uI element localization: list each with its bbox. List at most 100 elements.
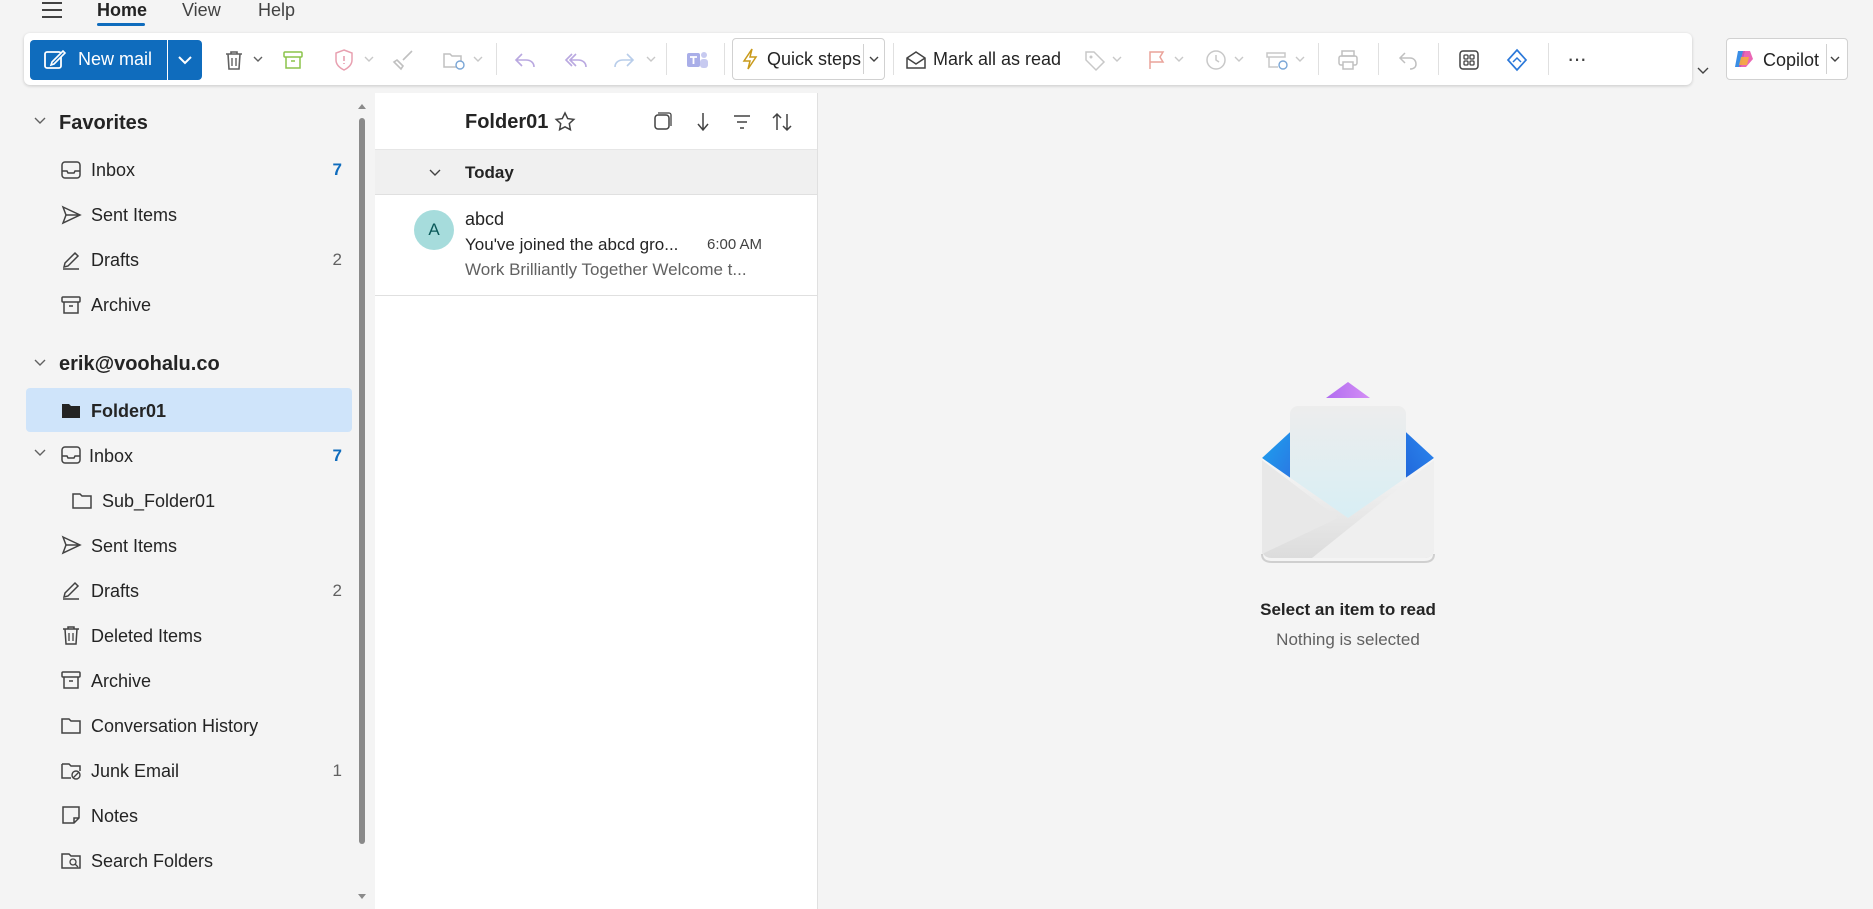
sidebar-item-label: Junk Email [91, 761, 180, 781]
unread-count: 7 [332, 446, 342, 465]
folder-filled-icon [60, 399, 82, 421]
avatar: A [414, 210, 454, 250]
split-divider [1826, 44, 1827, 74]
chevron-down-icon[interactable] [1233, 54, 1245, 64]
clock-icon[interactable] [1204, 48, 1228, 72]
quick-steps-label: Quick steps [767, 49, 862, 69]
sidebar-item-label: Archive [91, 295, 152, 315]
sidebar-item-label: Sent Items [91, 536, 178, 556]
reply-all-icon[interactable] [562, 48, 588, 72]
chevron-down-icon[interactable] [1111, 54, 1123, 64]
sort-icon[interactable] [770, 110, 794, 134]
chevron-down-icon[interactable] [868, 54, 880, 64]
select-icon[interactable] [651, 111, 673, 133]
filter-icon[interactable] [731, 111, 753, 133]
chevron-down-icon[interactable] [1173, 54, 1185, 64]
chevron-down-icon[interactable] [252, 54, 264, 64]
teams-icon[interactable] [684, 47, 710, 73]
sidebar-item-label: Deleted Items [91, 626, 203, 646]
favorites-header[interactable]: Favorites [59, 112, 148, 135]
folder-icon [60, 714, 82, 736]
ribbon-divider [1378, 43, 1379, 75]
sidebar-item-label: Conversation History [91, 716, 259, 736]
search-folder-icon [60, 849, 82, 871]
empty-state-title: Select an item to read [1260, 600, 1436, 619]
ribbon-expand-icon[interactable] [1696, 66, 1710, 76]
chevron-down-icon[interactable] [1829, 54, 1841, 64]
chevron-down-icon[interactable] [33, 448, 47, 458]
nav-scrollbar-thumb[interactable] [359, 118, 365, 844]
tab-help[interactable]: Help [258, 0, 295, 26]
reply-icon[interactable] [512, 48, 538, 72]
archive-icon [60, 669, 82, 691]
item-count: 2 [332, 250, 342, 269]
mail-read-icon[interactable] [904, 48, 928, 72]
hamburger-menu-icon[interactable] [40, 0, 66, 20]
pencil-icon [60, 579, 82, 601]
chevron-down-icon[interactable] [33, 358, 47, 368]
pencil-icon [60, 249, 82, 271]
addin-icon[interactable] [1504, 47, 1530, 73]
sweep-icon[interactable] [392, 48, 416, 72]
ribbon-divider [1548, 43, 1549, 75]
sidebar-item-label: Search Folders [91, 851, 214, 871]
sidebar-item-label: Inbox [89, 446, 134, 466]
ribbon-divider [496, 43, 497, 75]
chevron-down-icon[interactable] [428, 168, 442, 178]
jump-to-icon[interactable] [692, 110, 714, 134]
message-preview: Work Brilliantly Together Welcome t... [465, 260, 747, 279]
message-sender: abcd [465, 209, 505, 229]
chevron-down-icon[interactable] [472, 54, 484, 64]
copilot-label: Copilot [1763, 50, 1820, 70]
mark-all-read-button[interactable]: Mark all as read [933, 49, 1061, 70]
shield-icon[interactable] [332, 48, 356, 72]
tab-home-indicator [97, 23, 145, 26]
inbox-icon [60, 159, 82, 181]
sidebar-item-label: Notes [91, 806, 139, 826]
sidebar-item-label: Sub_Folder01 [102, 491, 216, 511]
chevron-down-icon[interactable] [645, 54, 657, 64]
send-icon [60, 204, 82, 226]
apps-icon[interactable] [1457, 48, 1481, 72]
lightning-icon [740, 47, 760, 71]
more-options-button[interactable]: ··· [1567, 46, 1587, 72]
tab-view[interactable]: View [182, 0, 221, 26]
ribbon-divider [1318, 43, 1319, 75]
message-time: 6:00 AM [707, 236, 763, 253]
junk-icon [60, 759, 82, 781]
tag-icon[interactable] [1083, 48, 1107, 72]
trash-icon [60, 624, 82, 646]
star-icon[interactable] [553, 110, 577, 134]
ribbon-divider [1438, 43, 1439, 75]
scroll-up-icon[interactable] [357, 102, 367, 110]
new-mail-label: New mail [78, 49, 153, 69]
delete-icon[interactable] [222, 48, 246, 72]
flag-icon[interactable] [1145, 48, 1169, 72]
chevron-down-icon[interactable] [33, 116, 47, 126]
message-subject: You've joined the abcd gro... [465, 235, 679, 254]
inbox-icon [60, 444, 82, 466]
sidebar-item-label: Drafts [91, 250, 140, 270]
item-count: 2 [332, 581, 342, 600]
move-to-folder-icon[interactable] [441, 48, 467, 72]
archive-icon[interactable] [281, 48, 305, 72]
ribbon-divider [893, 43, 894, 75]
item-count: 1 [332, 761, 342, 780]
scroll-down-icon[interactable] [357, 893, 367, 901]
chevron-down-icon[interactable] [1294, 54, 1306, 64]
forward-icon[interactable] [611, 48, 637, 72]
new-mail-dropdown[interactable] [168, 40, 202, 80]
chevron-down-icon[interactable] [363, 54, 375, 64]
note-icon [60, 804, 82, 826]
unread-count: 7 [332, 160, 342, 179]
send-icon [60, 534, 82, 556]
sidebar-item-label: Drafts [91, 581, 140, 601]
copilot-icon [1732, 47, 1756, 71]
folder-icon [71, 489, 93, 511]
ribbon-divider [724, 43, 725, 75]
print-icon[interactable] [1336, 48, 1360, 72]
account-header[interactable]: erik@voohalu.co [59, 353, 220, 376]
undo-icon[interactable] [1396, 48, 1420, 72]
rules-icon[interactable] [1264, 48, 1290, 72]
sidebar-item-label: Sent Items [91, 205, 178, 225]
